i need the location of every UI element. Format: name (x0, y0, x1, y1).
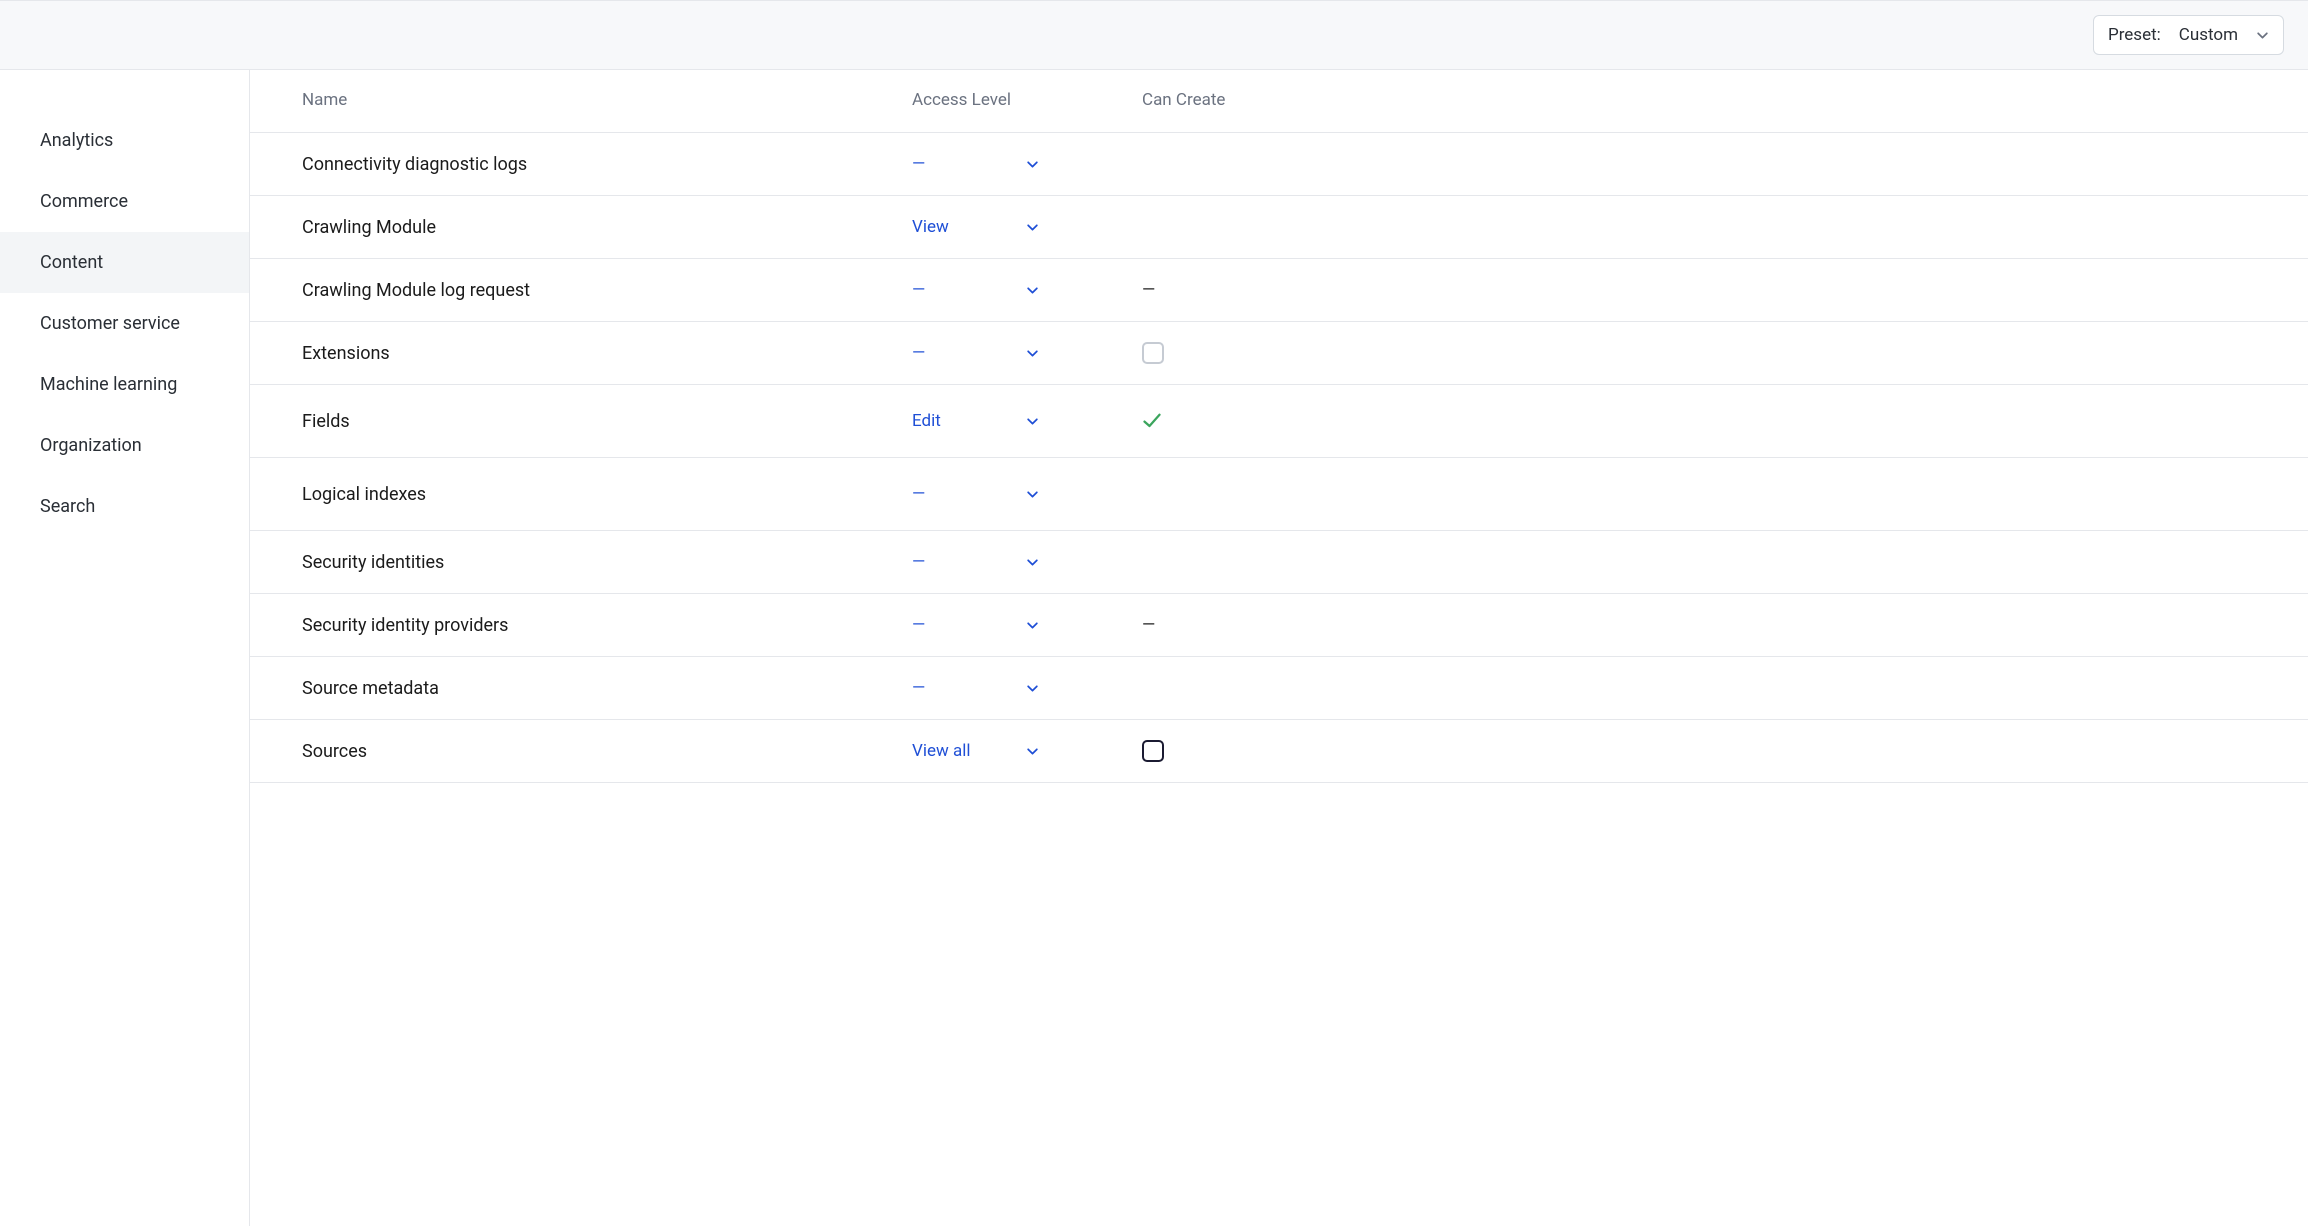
table-row: Source metadata— (250, 657, 2308, 720)
chevron-down-icon (1026, 284, 1039, 297)
access-level-dropdown[interactable]: — (912, 343, 1142, 363)
table-row: Crawling Module log request—— (250, 259, 2308, 322)
row-name: Crawling Module log request (302, 280, 912, 301)
row-name: Sources (302, 741, 912, 762)
can-create-cell: — (1142, 615, 1342, 635)
row-name: Connectivity diagnostic logs (302, 154, 912, 175)
access-level-dropdown[interactable]: — (912, 615, 1142, 635)
row-name: Security identities (302, 552, 912, 573)
chevron-down-icon (1026, 682, 1039, 695)
can-create-cell (1142, 411, 1342, 431)
row-name: Source metadata (302, 678, 912, 699)
access-level-value: — (912, 678, 1012, 698)
access-level-dropdown[interactable]: — (912, 552, 1142, 572)
sidebar-item-machine-learning[interactable]: Machine learning (0, 354, 249, 415)
can-create-cell (1142, 740, 1342, 762)
access-level-value: View all (912, 741, 1012, 761)
table-row: Logical indexes— (250, 458, 2308, 531)
table-row: Connectivity diagnostic logs— (250, 133, 2308, 196)
sidebar-item-search[interactable]: Search (0, 476, 249, 537)
access-level-dropdown[interactable]: View (912, 217, 1142, 237)
access-level-dropdown[interactable]: — (912, 280, 1142, 300)
table-row: FieldsEdit (250, 385, 2308, 458)
table-row: Extensions— (250, 322, 2308, 385)
row-name: Extensions (302, 343, 912, 364)
chevron-down-icon (2256, 29, 2269, 42)
access-level-dropdown[interactable]: View all (912, 741, 1142, 761)
sidebar-item-analytics[interactable]: Analytics (0, 110, 249, 171)
access-level-value: — (912, 615, 1012, 635)
can-create-none: — (1142, 615, 1154, 635)
chevron-down-icon (1026, 619, 1039, 632)
sidebar-item-organization[interactable]: Organization (0, 415, 249, 476)
column-header-create: Can Create (1142, 90, 1342, 110)
preset-selector[interactable]: Preset: Custom (2093, 15, 2284, 55)
preset-value: Custom (2179, 25, 2238, 45)
access-level-value: Edit (912, 411, 1012, 431)
access-level-dropdown[interactable]: — (912, 678, 1142, 698)
table-row: SourcesView all (250, 720, 2308, 783)
chevron-down-icon (1026, 221, 1039, 234)
row-name: Crawling Module (302, 217, 912, 238)
can-create-none: — (1142, 280, 1154, 300)
check-icon (1142, 411, 1162, 431)
access-level-value: — (912, 484, 1012, 504)
access-level-dropdown[interactable]: Edit (912, 411, 1142, 431)
chevron-down-icon (1026, 556, 1039, 569)
chevron-down-icon (1026, 415, 1039, 428)
chevron-down-icon (1026, 745, 1039, 758)
column-header-name: Name (302, 90, 912, 110)
sidebar-item-content[interactable]: Content (0, 232, 249, 293)
row-name: Logical indexes (302, 484, 912, 505)
row-name: Security identity providers (302, 615, 912, 636)
can-create-checkbox[interactable] (1142, 342, 1164, 364)
sidebar-item-commerce[interactable]: Commerce (0, 171, 249, 232)
chevron-down-icon (1026, 347, 1039, 360)
top-bar: Preset: Custom (0, 0, 2308, 70)
access-level-value: — (912, 552, 1012, 572)
preset-label: Preset: (2108, 25, 2161, 45)
access-level-dropdown[interactable]: — (912, 154, 1142, 174)
can-create-cell: — (1142, 280, 1342, 300)
access-level-dropdown[interactable]: — (912, 484, 1142, 504)
row-name: Fields (302, 411, 912, 432)
main-content: Name Access Level Can Create Connectivit… (250, 70, 2308, 1226)
access-level-value: — (912, 154, 1012, 174)
table-row: Security identities— (250, 531, 2308, 594)
sidebar-item-customer-service[interactable]: Customer service (0, 293, 249, 354)
can-create-checkbox[interactable] (1142, 740, 1164, 762)
table-header: Name Access Level Can Create (250, 70, 2308, 133)
access-level-value: — (912, 280, 1012, 300)
table-row: Crawling ModuleView (250, 196, 2308, 259)
sidebar: AnalyticsCommerceContentCustomer service… (0, 70, 250, 1226)
table-row: Security identity providers—— (250, 594, 2308, 657)
column-header-access: Access Level (912, 90, 1142, 110)
access-level-value: — (912, 343, 1012, 363)
chevron-down-icon (1026, 158, 1039, 171)
access-level-value: View (912, 217, 1012, 237)
chevron-down-icon (1026, 488, 1039, 501)
can-create-cell (1142, 342, 1342, 364)
